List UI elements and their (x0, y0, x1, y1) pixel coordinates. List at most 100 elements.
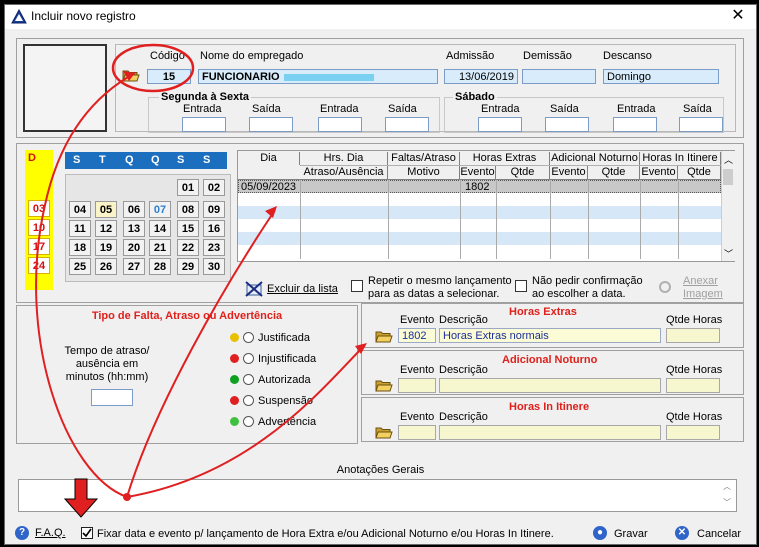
open-folder-icon[interactable] (375, 425, 393, 439)
seg-saida2-field[interactable] (385, 117, 429, 132)
table-row[interactable] (238, 206, 721, 219)
open-folder-icon[interactable] (122, 68, 140, 82)
calendar-day[interactable]: 07 (149, 201, 171, 218)
calendar-day[interactable]: 21 (149, 239, 171, 256)
injustificada-label[interactable]: Injustificada (258, 353, 316, 365)
calendar-day[interactable]: 03 (28, 200, 50, 217)
nome-field[interactable]: FUNCIONARIO (198, 69, 438, 84)
calendar-day[interactable]: 16 (203, 220, 225, 237)
attach-image-icon[interactable] (659, 281, 671, 293)
delete-list-icon[interactable] (245, 281, 263, 297)
calendar-day[interactable]: 30 (203, 258, 225, 275)
notes-scroll-down-icon[interactable]: ﹀ (723, 497, 731, 508)
calendar-day[interactable]: 06 (123, 201, 145, 218)
scroll-down-icon[interactable]: ﹀ (724, 247, 733, 260)
calendar-day[interactable]: 29 (177, 258, 199, 275)
notes-textarea[interactable]: ︿ ﹀ (18, 479, 737, 512)
autorizada-label[interactable]: Autorizada (258, 374, 311, 386)
justificada-label[interactable]: Justificada (258, 332, 310, 344)
help-icon[interactable]: ? (15, 526, 29, 540)
advertencia-label[interactable]: Advertência (258, 416, 316, 428)
table-row[interactable] (238, 232, 721, 245)
sab-saida2-field[interactable] (679, 117, 723, 132)
hi-desc-field[interactable] (439, 425, 661, 440)
table-row[interactable] (238, 219, 721, 232)
calendar-day[interactable]: 12 (95, 220, 117, 237)
calendar-day-selected[interactable]: 05 (95, 201, 117, 218)
an-evento-field[interactable] (398, 378, 436, 393)
calendar-day[interactable]: 17 (28, 238, 50, 255)
save-icon[interactable]: ● (593, 526, 607, 540)
fixar-checkbox[interactable] (81, 527, 93, 539)
an-desc-field[interactable] (439, 378, 661, 393)
calendar-day[interactable]: 02 (203, 179, 225, 196)
open-folder-icon[interactable] (375, 329, 393, 343)
col-hrs-dia[interactable]: Hrs. Dia (300, 152, 388, 165)
sab-saida-field[interactable] (545, 117, 589, 132)
table-row[interactable] (238, 245, 721, 259)
seg-entrada-field[interactable] (182, 117, 226, 132)
demissao-field[interactable] (522, 69, 596, 84)
col-dia[interactable]: Dia (238, 152, 300, 165)
advertencia-radio[interactable] (243, 416, 254, 427)
hi-evento-field[interactable] (398, 425, 436, 440)
tempo-field[interactable] (91, 389, 133, 406)
hi-qtde-field[interactable] (666, 425, 720, 440)
repetir-checkbox[interactable] (351, 280, 363, 292)
suspensao-radio[interactable] (243, 395, 254, 406)
calendar-day[interactable]: 18 (69, 239, 91, 256)
calendar-day[interactable]: 14 (149, 220, 171, 237)
calendar-day[interactable]: 04 (69, 201, 91, 218)
calendar-day[interactable]: 13 (123, 220, 145, 237)
col-adicional[interactable]: Adicional Noturno (550, 152, 640, 165)
autorizada-radio[interactable] (243, 374, 254, 385)
col-horas-extras[interactable]: Horas Extras (460, 152, 550, 165)
descanso-field[interactable]: Domingo (603, 69, 719, 84)
scroll-thumb[interactable] (723, 169, 733, 185)
col-itinere[interactable]: Horas In Itinere (640, 152, 721, 165)
calendar-day[interactable]: 10 (28, 219, 50, 236)
nao-pedir-checkbox[interactable] (515, 280, 527, 292)
col-faltas[interactable]: Faltas/Atraso (388, 152, 460, 165)
gravar-button[interactable]: Gravar (614, 528, 648, 540)
calendar-day[interactable]: 23 (203, 239, 225, 256)
sab-entrada-field[interactable] (478, 117, 522, 132)
an-qtde-field[interactable] (666, 378, 720, 393)
calendar-day[interactable]: 20 (123, 239, 145, 256)
calendar-day[interactable]: 09 (203, 201, 225, 218)
close-button[interactable]: ✕ (727, 6, 749, 26)
calendar-day[interactable]: 28 (149, 258, 171, 275)
calendar-day[interactable]: 01 (177, 179, 199, 196)
injustificada-radio[interactable] (243, 353, 254, 364)
calendar-day[interactable]: 08 (177, 201, 199, 218)
faq-link[interactable]: F.A.Q. (35, 527, 66, 539)
calendar-day[interactable]: 25 (69, 258, 91, 275)
grid-scrollbar[interactable]: ︿ ﹀ (721, 151, 735, 261)
admissao-field[interactable]: 13/06/2019 (444, 69, 518, 84)
calendar-day[interactable]: 24 (28, 257, 50, 274)
justificada-radio[interactable] (243, 332, 254, 343)
calendar-day[interactable]: 22 (177, 239, 199, 256)
calendar-day[interactable]: 19 (95, 239, 117, 256)
excluir-button[interactable]: Excluir da lista (267, 283, 338, 295)
cancelar-button[interactable]: Cancelar (697, 528, 741, 540)
table-row[interactable] (238, 193, 721, 206)
scroll-up-icon[interactable]: ︿ (724, 153, 733, 166)
codigo-field[interactable]: 15 (147, 69, 191, 84)
open-folder-icon[interactable] (375, 378, 393, 392)
he-qtde-field[interactable] (666, 328, 720, 343)
notes-scroll-up-icon[interactable]: ︿ (723, 481, 731, 492)
seg-entrada2-field[interactable] (318, 117, 362, 132)
calendar-day[interactable]: 27 (123, 258, 145, 275)
he-evento-field[interactable]: 1802 (398, 328, 436, 343)
he-desc-field[interactable]: Horas Extras normais (439, 328, 661, 343)
calendar-day[interactable]: 15 (177, 220, 199, 237)
anexar-button[interactable]: Anexar Imagem (683, 275, 723, 301)
cancel-icon[interactable]: ✕ (675, 526, 689, 540)
seg-saida-field[interactable] (249, 117, 293, 132)
sab-entrada2-field[interactable] (613, 117, 657, 132)
calendar-day[interactable]: 11 (69, 220, 91, 237)
suspensao-label[interactable]: Suspensão (258, 395, 313, 407)
calendar-day[interactable]: 26 (95, 258, 117, 275)
table-row-selected[interactable]: 05/09/2023 1802 (238, 180, 721, 193)
